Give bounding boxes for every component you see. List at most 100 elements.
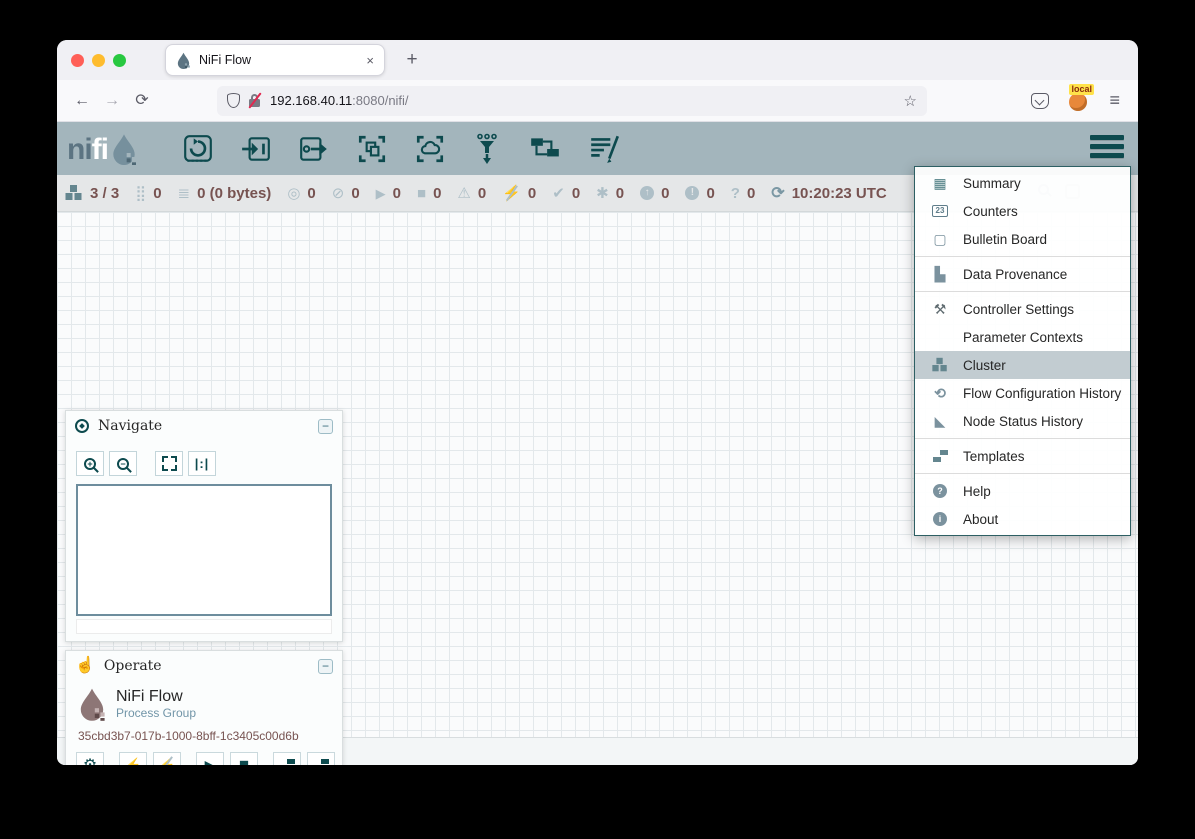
menu-item-summary[interactable]: ▦ Summary bbox=[915, 169, 1130, 197]
operate-collapse-button[interactable]: − bbox=[318, 659, 333, 674]
status-refresh[interactable]: ⟳ 10:20:23 UTC bbox=[771, 183, 886, 203]
url-bar[interactable]: 192.168.40.11:8080/nifi/ ☆ bbox=[217, 86, 927, 116]
bookmark-star-icon[interactable]: ☆ bbox=[904, 92, 917, 110]
menu-divider bbox=[915, 473, 1130, 474]
processor-draggable-icon[interactable] bbox=[182, 133, 214, 165]
active-threads-count: 0 bbox=[153, 185, 161, 202]
url-host: 192.168.40.11 bbox=[270, 93, 352, 108]
status-queued: ≣ 0 (0 bytes) bbox=[178, 185, 272, 202]
navigate-collapse-button[interactable]: − bbox=[318, 419, 333, 434]
pocket-icon[interactable] bbox=[1031, 93, 1049, 109]
menu-item-label: Controller Settings bbox=[963, 302, 1074, 317]
stopped-icon: ■ bbox=[417, 186, 426, 201]
stop-icon: ■ bbox=[239, 755, 249, 765]
status-connected-nodes: 3 / 3 bbox=[65, 185, 119, 202]
extension-icon[interactable]: local bbox=[1069, 91, 1089, 111]
zoom-fit-button[interactable] bbox=[155, 451, 183, 476]
status-stale: ↑ 0 bbox=[640, 185, 669, 202]
not-transmitting-icon: ⊘ bbox=[332, 186, 345, 201]
url-text[interactable]: 192.168.40.11:8080/nifi/ bbox=[270, 93, 896, 108]
menu-item-flow-configuration-history[interactable]: ⟲ Flow Configuration History bbox=[915, 379, 1130, 407]
label-draggable-icon[interactable] bbox=[588, 133, 622, 165]
menu-item-label: Bulletin Board bbox=[963, 232, 1047, 247]
menu-item-label: Parameter Contexts bbox=[963, 330, 1083, 345]
menu-item-label: About bbox=[963, 512, 998, 527]
locally-modified-icon: ✱ bbox=[596, 186, 609, 201]
menu-item-label: Data Provenance bbox=[963, 267, 1067, 282]
nifi-global-menu-button[interactable] bbox=[1090, 135, 1124, 158]
menu-item-label: Templates bbox=[963, 449, 1025, 464]
disabled-count: 0 bbox=[528, 185, 536, 202]
zoom-in-icon: + bbox=[84, 458, 96, 470]
invalid-count: 0 bbox=[478, 185, 486, 202]
insecure-lock-icon[interactable] bbox=[248, 93, 262, 108]
menu-item-controller-settings[interactable]: ⚒ Controller Settings bbox=[915, 295, 1130, 323]
upload-template-button[interactable] bbox=[307, 752, 335, 765]
configure-button[interactable]: ⚙ bbox=[76, 752, 104, 765]
funnel-draggable-icon[interactable] bbox=[472, 132, 502, 166]
menu-item-cluster[interactable]: Cluster bbox=[915, 351, 1130, 379]
sticky-note-icon: ▢ bbox=[929, 232, 951, 246]
locally-modified-count: 0 bbox=[616, 185, 624, 202]
enable-button[interactable]: ⚡ bbox=[119, 752, 147, 765]
process-group-draggable-icon[interactable] bbox=[356, 133, 388, 165]
remote-process-group-draggable-icon[interactable] bbox=[414, 133, 446, 165]
extension-avatar bbox=[1069, 93, 1087, 111]
close-tab-icon[interactable]: × bbox=[366, 53, 374, 68]
lightning-slash-icon: ⚡ bbox=[158, 757, 175, 766]
browser-tab[interactable]: NiFi Flow × bbox=[165, 44, 385, 76]
input-port-draggable-icon[interactable] bbox=[240, 133, 272, 165]
menu-item-templates[interactable]: Templates bbox=[915, 442, 1130, 470]
counters-icon: 23 bbox=[929, 205, 951, 217]
template-draggable-icon[interactable] bbox=[528, 133, 562, 165]
zoom-actual-button[interactable]: |:| bbox=[188, 451, 216, 476]
new-tab-button[interactable]: + bbox=[399, 48, 425, 74]
close-window-button[interactable] bbox=[71, 54, 84, 67]
operate-panel: ☝ Operate − NiFi Flow Process Group 35cb… bbox=[65, 650, 343, 765]
forward-button[interactable]: → bbox=[97, 86, 127, 116]
invalid-icon: ⚠ bbox=[457, 186, 470, 201]
stop-button[interactable]: ■ bbox=[230, 752, 258, 765]
menu-item-data-provenance[interactable]: ▙ Data Provenance bbox=[915, 260, 1130, 288]
operate-buttons-row1: ⚙ ⚡ ⚡ ▶ ■ bbox=[66, 745, 342, 765]
browser-navbar: ← → ⟳ 192.168.40.11:8080/nifi/ ☆ local ≡ bbox=[57, 80, 1138, 122]
menu-item-node-status-history[interactable]: ◣ Node Status History bbox=[915, 407, 1130, 435]
start-button[interactable]: ▶ bbox=[196, 752, 224, 765]
navigate-header[interactable]: Navigate − bbox=[66, 411, 342, 441]
stale-icon: ↑ bbox=[640, 186, 654, 200]
help-icon: ? bbox=[929, 484, 951, 498]
window-controls[interactable] bbox=[71, 54, 126, 67]
component-type: Process Group bbox=[116, 706, 196, 720]
menu-divider bbox=[915, 256, 1130, 257]
refresh-icon[interactable]: ⟳ bbox=[771, 183, 784, 203]
disable-button[interactable]: ⚡ bbox=[153, 752, 181, 765]
firefox-menu-icon[interactable]: ≡ bbox=[1109, 90, 1120, 111]
menu-item-parameter-contexts[interactable]: Parameter Contexts bbox=[915, 323, 1130, 351]
reload-button[interactable]: ⟳ bbox=[127, 86, 157, 116]
tracking-protection-icon[interactable] bbox=[227, 93, 240, 108]
queued-list-icon: ≣ bbox=[178, 186, 191, 201]
tab-title: NiFi Flow bbox=[199, 53, 358, 67]
menu-item-counters[interactable]: 23 Counters bbox=[915, 197, 1130, 225]
one-to-one-icon: |:| bbox=[195, 456, 210, 471]
menu-item-about[interactable]: i About bbox=[915, 505, 1130, 533]
gear-icon: ⚙ bbox=[83, 755, 97, 765]
zoom-in-button[interactable]: + bbox=[76, 451, 104, 476]
operate-header[interactable]: ☝ Operate − bbox=[66, 651, 342, 681]
minimize-window-button[interactable] bbox=[92, 54, 105, 67]
maximize-window-button[interactable] bbox=[113, 54, 126, 67]
not-transmitting-count: 0 bbox=[351, 185, 359, 202]
status-invalid: ⚠ 0 bbox=[457, 185, 486, 202]
status-disabled: ⚡ 0 bbox=[502, 185, 536, 202]
zoom-out-button[interactable]: − bbox=[109, 451, 137, 476]
save-template-icon bbox=[280, 759, 295, 765]
status-stopped: ■ 0 bbox=[417, 185, 441, 202]
output-port-draggable-icon[interactable] bbox=[298, 133, 330, 165]
birdseye-minimap[interactable] bbox=[76, 484, 332, 616]
menu-item-help[interactable]: ? Help bbox=[915, 477, 1130, 505]
status-modified-stale: ! 0 bbox=[685, 185, 714, 202]
menu-item-bulletin-board[interactable]: ▢ Bulletin Board bbox=[915, 225, 1130, 253]
upload-template-icon bbox=[314, 759, 329, 765]
back-button[interactable]: ← bbox=[67, 86, 97, 116]
save-template-button[interactable] bbox=[273, 752, 301, 765]
